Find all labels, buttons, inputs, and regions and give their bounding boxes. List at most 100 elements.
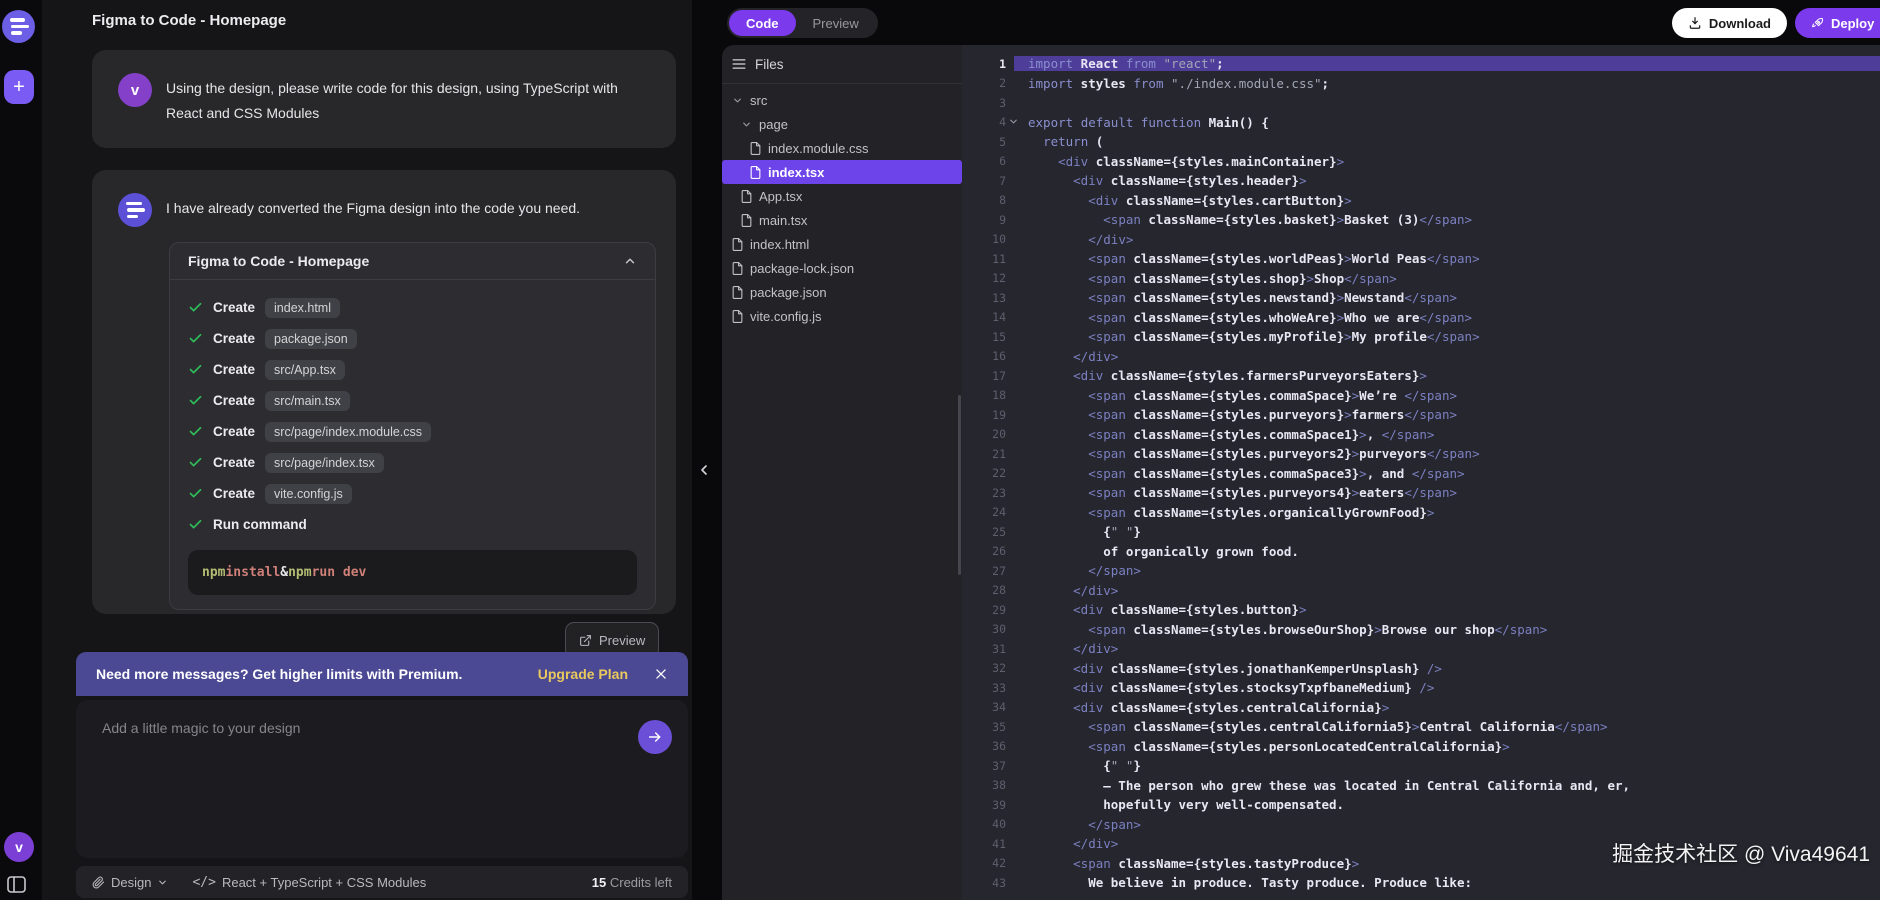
code-line[interactable]: 1 import React from "react"; <box>962 54 1880 74</box>
file-tree-label: main.tsx <box>759 212 808 228</box>
check-icon <box>189 426 202 436</box>
code-editor[interactable]: 1 import React from "react"; 2 import style… <box>962 45 1880 900</box>
task-row: Create src/main.tsx <box>188 385 637 416</box>
code-line[interactable]: 34 <div className={styles.centralCalifor… <box>962 698 1880 718</box>
file-tree-item-package.json[interactable]: package.json <box>722 280 962 304</box>
code-line[interactable]: 14 <span className={styles.whoWeAre}>Who… <box>962 308 1880 328</box>
user-avatar[interactable]: v <box>4 832 34 862</box>
code-line[interactable]: 5 return ( <box>962 132 1880 152</box>
workspace: Code Preview Download Deploy Files src pa… <box>692 0 1880 900</box>
file-tree-item-src[interactable]: src <box>722 88 962 112</box>
task-list: Create index.html Create package.json Create… <box>170 280 655 544</box>
task-row: Create src/page/index.tsx <box>188 447 637 478</box>
code-line[interactable]: 32 <div className={styles.jonathanKemper… <box>962 659 1880 679</box>
code-line[interactable]: 7 <div className={styles.header}> <box>962 171 1880 191</box>
code-line[interactable]: 15 <span className={styles.myProfile}>My… <box>962 327 1880 347</box>
design-label: Design <box>111 874 152 890</box>
code-line[interactable]: 39 hopefully very well-compensated. <box>962 795 1880 815</box>
collapse-chat-chevron-icon[interactable] <box>696 460 712 480</box>
code-line[interactable]: 16 </div> <box>962 347 1880 367</box>
code-line[interactable]: 29 <div className={styles.button}> <box>962 600 1880 620</box>
code-line[interactable]: 31 </div> <box>962 639 1880 659</box>
line-number: 7 <box>999 173 1006 188</box>
code-line[interactable]: 8 <div className={styles.cartButton}> <box>962 191 1880 211</box>
file-icon <box>732 261 743 275</box>
line-number: 43 <box>992 875 1006 890</box>
code-line[interactable]: 11 <span className={styles.worldPeas}>Wo… <box>962 249 1880 269</box>
code-line[interactable]: 24 <span className={styles.organicallyGr… <box>962 503 1880 523</box>
code-text: — The person who grew these was located … <box>1028 777 1631 793</box>
file-tree-item-App.tsx[interactable]: App.tsx <box>722 184 962 208</box>
code-line[interactable]: 28 </div> <box>962 581 1880 601</box>
collapse-chevron-up-icon[interactable] <box>623 254 637 268</box>
file-tree-item-index.tsx[interactable]: index.tsx <box>722 160 962 184</box>
toggle-sidebar-icon[interactable] <box>7 876 26 893</box>
code-line[interactable]: 23 <span className={styles.purveyors4}>e… <box>962 483 1880 503</box>
new-project-button[interactable]: + <box>4 70 34 104</box>
tab-preview[interactable]: Preview <box>796 10 876 36</box>
task-action: Create <box>213 300 256 315</box>
file-tree-item-page[interactable]: page <box>722 112 962 136</box>
code-line[interactable]: 21 <span className={styles.purveyors2}>p… <box>962 444 1880 464</box>
file-tree-item-index.module.css[interactable]: index.module.css <box>722 136 962 160</box>
code-line[interactable]: 20 <span className={styles.commaSpace1}>… <box>962 425 1880 445</box>
code-line[interactable]: 40 </span> <box>962 815 1880 835</box>
code-line[interactable]: 27 </span> <box>962 561 1880 581</box>
upgrade-plan-link[interactable]: Upgrade Plan <box>538 666 628 682</box>
code-line[interactable]: 30 <span className={styles.browseOurShop… <box>962 620 1880 640</box>
line-number: 15 <box>992 329 1006 344</box>
code-line[interactable]: 33 <div className={styles.stocksyTxpfban… <box>962 678 1880 698</box>
banner-close-icon[interactable] <box>654 667 668 681</box>
code-line[interactable]: 36 <span className={styles.personLocated… <box>962 737 1880 757</box>
code-text: <span className={styles.commaSpace3}>, a… <box>1088 465 1465 481</box>
code-line[interactable]: 3 <box>962 93 1880 113</box>
file-tree-item-index.html[interactable]: index.html <box>722 232 962 256</box>
code-line[interactable]: 9 <span className={styles.basket}>Basket… <box>962 210 1880 230</box>
file-tree-scrollbar[interactable] <box>958 395 961 575</box>
line-number: 16 <box>992 349 1006 364</box>
code-line[interactable]: 6 <div className={styles.mainContainer}> <box>962 152 1880 172</box>
check-icon <box>189 302 202 312</box>
fold-chevron-icon[interactable] <box>1008 116 1019 127</box>
code-line[interactable]: 18 <span className={styles.commaSpace}>W… <box>962 386 1880 406</box>
code-line[interactable]: 19 <span className={styles.purveyors}>fa… <box>962 405 1880 425</box>
code-line[interactable]: 2 import styles from "./index.module.css"… <box>962 74 1880 94</box>
magic-prompt-input[interactable] <box>100 718 644 832</box>
task-target-chip: vite.config.js <box>265 483 352 504</box>
code-line[interactable]: 22 <span className={styles.commaSpace3}>… <box>962 464 1880 484</box>
code-line[interactable]: 38 — The person who grew these was locat… <box>962 776 1880 796</box>
code-line[interactable]: 37 {" "} <box>962 756 1880 776</box>
app-logo-icon[interactable] <box>2 10 35 43</box>
task-card-title: Figma to Code - Homepage <box>188 253 370 269</box>
task-target-chip: src/main.tsx <box>265 390 350 411</box>
left-rail: + v <box>0 0 42 900</box>
tab-code[interactable]: Code <box>729 10 796 36</box>
preview-button-label: Preview <box>599 632 646 648</box>
send-button[interactable] <box>638 720 672 754</box>
file-tree-item-vite.config.js[interactable]: vite.config.js <box>722 304 962 328</box>
code-line[interactable]: 4 export default function Main() { <box>962 113 1880 133</box>
line-number: 23 <box>992 485 1006 500</box>
code-line[interactable]: 43 We believe in produce. Tasty produce.… <box>962 873 1880 893</box>
code-line[interactable]: 35 <span className={styles.centralCalifo… <box>962 717 1880 737</box>
command-token: npm <box>202 565 226 580</box>
download-button[interactable]: Download <box>1671 8 1787 38</box>
design-attachment-dropdown[interactable]: Design <box>92 875 168 890</box>
credits-left: 15 Credits left <box>592 875 672 890</box>
code-text: hopefully very well-compensated. <box>1028 797 1345 813</box>
line-number: 22 <box>992 466 1006 481</box>
file-tree-item-package-lock.json[interactable]: package-lock.json <box>722 256 962 280</box>
hamburger-icon[interactable] <box>732 58 746 70</box>
code-line[interactable]: 13 <span className={styles.newstand}>New… <box>962 288 1880 308</box>
code-line[interactable]: 12 <span className={styles.shop}>Shop</s… <box>962 269 1880 289</box>
line-number: 37 <box>992 758 1006 773</box>
code-text: <span className={styles.commaSpace}>We’r… <box>1088 387 1458 403</box>
code-line[interactable]: 25 {" "} <box>962 522 1880 542</box>
code-line[interactable]: 10 </div> <box>962 230 1880 250</box>
deploy-button[interactable]: Deploy <box>1795 8 1880 38</box>
code-text: <span className={styles.browseOurShop}>B… <box>1088 621 1548 637</box>
code-line[interactable]: 26 of organically grown food. <box>962 542 1880 562</box>
file-tree-item-main.tsx[interactable]: main.tsx <box>722 208 962 232</box>
code-line[interactable]: 17 <div className={styles.farmersPurveyo… <box>962 366 1880 386</box>
file-tree-label: index.tsx <box>768 164 825 180</box>
